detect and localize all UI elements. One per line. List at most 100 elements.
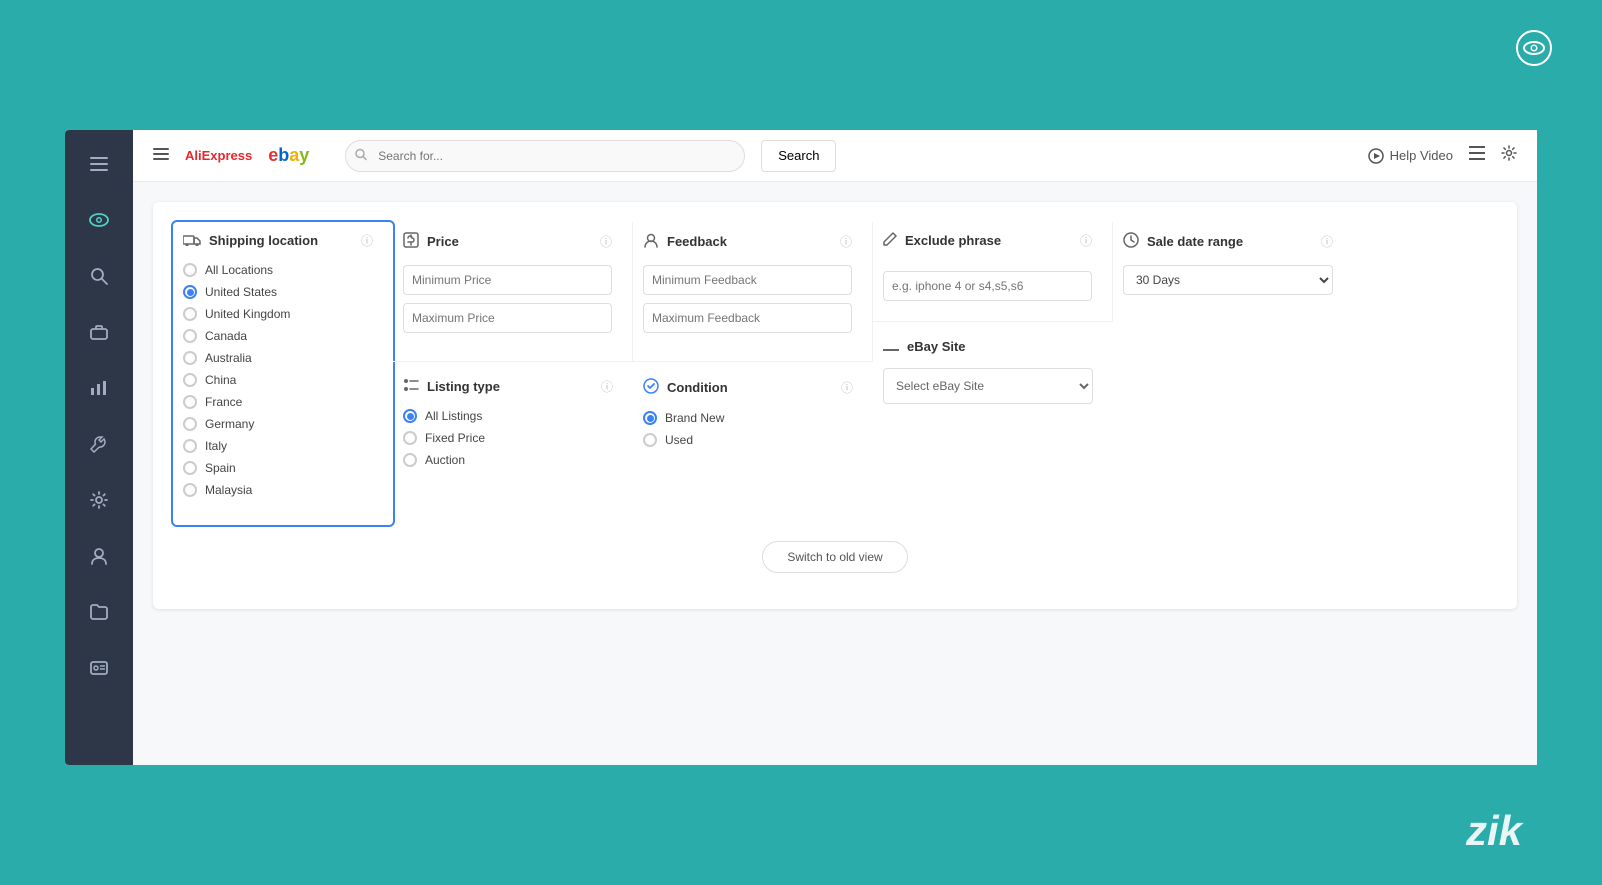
shipping-malaysia-radio[interactable] [183, 483, 197, 497]
sidebar-icon-tools[interactable] [81, 426, 117, 462]
min-feedback-input[interactable] [643, 265, 852, 295]
clock-icon [1123, 232, 1139, 251]
sidebar-icon-search[interactable] [81, 258, 117, 294]
shipping-china[interactable]: China [183, 373, 373, 387]
exclude-phrase-title: Exclude phrase [905, 233, 1001, 248]
shipping-france-label: France [205, 395, 242, 409]
sale-date-title: Sale date range [1147, 234, 1243, 249]
listing-type-title: Listing type [427, 379, 500, 394]
feedback-section: Feedback ⓘ [633, 222, 873, 362]
max-price-input[interactable] [403, 303, 612, 333]
top-nav: AliExpress ebay Search Help Video [133, 130, 1537, 182]
sidebar-icon-settings[interactable] [81, 482, 117, 518]
listing-all-radio[interactable] [403, 409, 417, 423]
shipping-location-info[interactable]: ⓘ [361, 232, 373, 249]
shipping-china-radio[interactable] [183, 373, 197, 387]
shipping-canada[interactable]: Canada [183, 329, 373, 343]
price-header: Price ⓘ [403, 232, 612, 251]
exclude-phrase-input[interactable] [883, 271, 1092, 301]
shipping-italy-label: Italy [205, 439, 227, 453]
nav-right: Help Video [1368, 145, 1517, 166]
shipping-australia-radio[interactable] [183, 351, 197, 365]
listing-all-label: All Listings [425, 409, 482, 423]
sidebar [65, 130, 133, 765]
shipping-germany-label: Germany [205, 417, 254, 431]
sidebar-icon-chart[interactable] [81, 370, 117, 406]
pencil-icon [883, 232, 897, 249]
condition-used-radio[interactable] [643, 433, 657, 447]
price-info[interactable]: ⓘ [600, 233, 612, 250]
sidebar-icon-folder[interactable] [81, 594, 117, 630]
shipping-malaysia[interactable]: Malaysia [183, 483, 373, 497]
shipping-germany-radio[interactable] [183, 417, 197, 431]
search-input[interactable] [345, 140, 745, 172]
top-eye-icon [1516, 30, 1552, 73]
shipping-all-radio[interactable] [183, 263, 197, 277]
price-title: Price [427, 234, 459, 249]
listing-auction[interactable]: Auction [403, 453, 613, 467]
max-feedback-input[interactable] [643, 303, 852, 333]
sale-date-info[interactable]: ⓘ [1321, 233, 1333, 250]
shipping-china-label: China [205, 373, 236, 387]
shipping-italy[interactable]: Italy [183, 439, 373, 453]
shipping-uk-radio[interactable] [183, 307, 197, 321]
shipping-canada-radio[interactable] [183, 329, 197, 343]
listing-fixed[interactable]: Fixed Price [403, 431, 613, 445]
listing-type-icon [403, 378, 419, 395]
min-price-input[interactable] [403, 265, 612, 295]
listing-type-section: Listing type ⓘ All Listings Fixed Price [393, 362, 633, 495]
sale-date-select[interactable]: 30 Days 7 Days 14 Days 60 Days 90 Days [1123, 265, 1333, 295]
condition-brand-new-radio[interactable] [643, 411, 657, 425]
shipping-location-section: Shipping location ⓘ All Locations United… [171, 220, 395, 527]
shipping-australia[interactable]: Australia [183, 351, 373, 365]
listing-type-info[interactable]: ⓘ [601, 378, 613, 395]
shipping-italy-radio[interactable] [183, 439, 197, 453]
listing-auction-radio[interactable] [403, 453, 417, 467]
app-container: AliExpress ebay Search Help Video [65, 130, 1537, 765]
exclude-ebay-column: Exclude phrase ⓘ eBay Site [873, 222, 1113, 525]
settings-button[interactable] [1501, 145, 1517, 166]
shipping-us-radio[interactable] [183, 285, 197, 299]
sidebar-icon-eye[interactable] [81, 202, 117, 238]
shipping-us[interactable]: United States [183, 285, 373, 299]
condition-used[interactable]: Used [643, 433, 853, 447]
exclude-phrase-info[interactable]: ⓘ [1080, 232, 1092, 249]
help-video-label: Help Video [1390, 148, 1453, 163]
shipping-uk[interactable]: United Kingdom [183, 307, 373, 321]
condition-info[interactable]: ⓘ [841, 379, 853, 396]
condition-section: Condition ⓘ Brand New Used [633, 362, 873, 475]
shipping-all-locations[interactable]: All Locations [183, 263, 373, 277]
shipping-spain[interactable]: Spain [183, 461, 373, 475]
condition-used-label: Used [665, 433, 693, 447]
aliexpress-link[interactable]: AliExpress [185, 148, 252, 163]
feedback-info[interactable]: ⓘ [840, 233, 852, 250]
condition-brand-new[interactable]: Brand New [643, 411, 853, 425]
help-video-button[interactable]: Help Video [1368, 148, 1453, 164]
shipping-france-radio[interactable] [183, 395, 197, 409]
ebay-site-select[interactable]: Select eBay Site [883, 368, 1093, 404]
switch-view-button[interactable]: Switch to old view [762, 541, 907, 573]
list-view-button[interactable] [1469, 146, 1485, 165]
shipping-france[interactable]: France [183, 395, 373, 409]
listing-fixed-radio[interactable] [403, 431, 417, 445]
exclude-phrase-section: Exclude phrase ⓘ [873, 222, 1113, 322]
shipping-spain-radio[interactable] [183, 461, 197, 475]
feedback-condition-column: Feedback ⓘ Condi [633, 222, 873, 525]
feedback-header: Feedback ⓘ [643, 232, 852, 251]
ebay-site-icon [883, 338, 899, 354]
shipping-location-options: All Locations United States United Kingd… [183, 263, 373, 497]
shipping-canada-label: Canada [205, 329, 247, 343]
listing-all[interactable]: All Listings [403, 409, 613, 423]
price-section: Price ⓘ [393, 222, 633, 362]
listing-auction-label: Auction [425, 453, 465, 467]
shipping-location-title: Shipping location [209, 233, 318, 248]
ebay-logo[interactable]: ebay [268, 145, 309, 166]
shipping-germany[interactable]: Germany [183, 417, 373, 431]
search-button[interactable]: Search [761, 140, 836, 172]
sidebar-icon-id[interactable] [81, 650, 117, 686]
sidebar-icon-briefcase[interactable] [81, 314, 117, 350]
hamburger-button[interactable] [153, 147, 169, 165]
price-icon [403, 232, 419, 251]
sidebar-icon-hamburger[interactable] [81, 146, 117, 182]
sidebar-icon-user[interactable] [81, 538, 117, 574]
